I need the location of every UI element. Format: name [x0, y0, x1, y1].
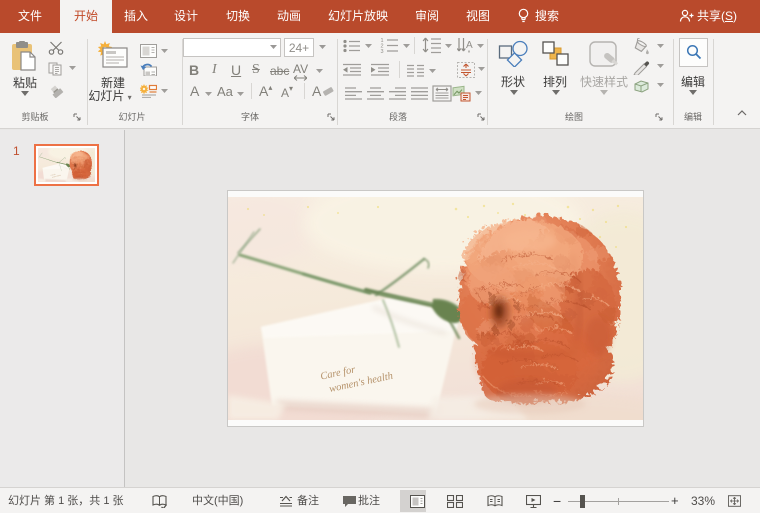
svg-text:3: 3	[381, 49, 384, 54]
svg-text:A: A	[466, 40, 473, 51]
